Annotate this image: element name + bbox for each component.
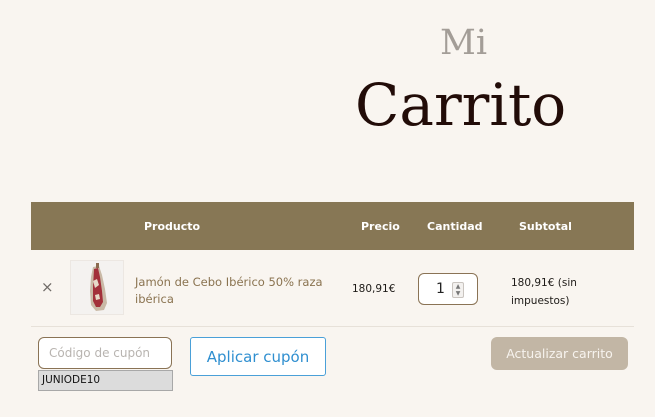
header-subtotal: Subtotal xyxy=(519,220,572,233)
coupon-autocomplete-suggestion[interactable]: JUNIODE10 xyxy=(38,370,173,391)
product-thumbnail[interactable] xyxy=(70,260,124,315)
quantity-stepper[interactable]: 1 ▲ ▼ xyxy=(418,273,478,305)
page-title: Carrito xyxy=(355,71,567,139)
cart-table-header: Producto Precio Cantidad Subtotal xyxy=(31,202,634,250)
product-subtotal: 180,91€ (sin impuestos) xyxy=(511,277,577,307)
header-price: Precio xyxy=(361,220,400,233)
header-product: Producto xyxy=(144,220,201,233)
ham-image-icon xyxy=(71,261,123,314)
page-title-block: Mi Carrito xyxy=(0,0,655,190)
remove-item-button[interactable]: × xyxy=(41,280,54,295)
product-price: 180,91€ xyxy=(352,283,396,295)
quantity-value[interactable]: 1 xyxy=(436,281,445,297)
update-cart-button[interactable]: Actualizar carrito xyxy=(491,337,628,370)
spin-arrows-icon[interactable]: ▲ ▼ xyxy=(452,282,464,298)
cart-row: × Jamón de Cebo Ibérico 50% raza ibérica… xyxy=(31,250,634,327)
header-quantity: Cantidad xyxy=(427,220,483,233)
product-name-link[interactable]: Jamón de Cebo Ibérico 50% raza ibérica xyxy=(135,274,335,308)
coupon-input[interactable] xyxy=(38,337,172,369)
apply-coupon-button[interactable]: Aplicar cupón xyxy=(190,337,326,376)
page-title-small: Mi xyxy=(440,23,488,63)
